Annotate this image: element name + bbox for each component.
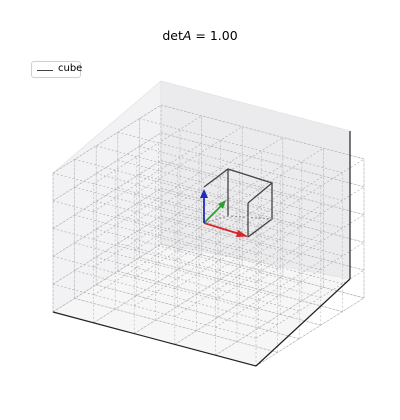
- legend-cube-label: cube: [58, 63, 83, 74]
- figure: detA = 1.00 cube: [0, 0, 400, 420]
- legend-cube-swatch: [37, 70, 53, 71]
- legend: cube: [31, 61, 83, 78]
